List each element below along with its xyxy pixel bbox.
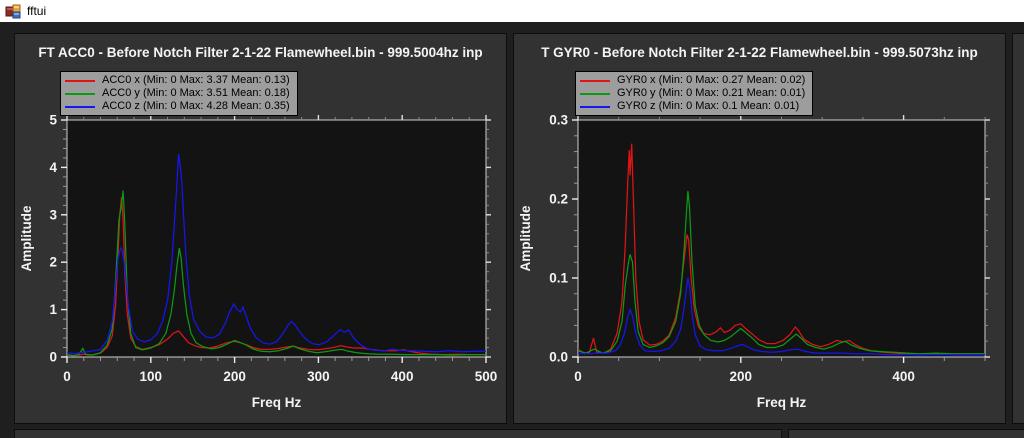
legend-entry: GYR0 x (Min: 0 Max: 0.27 Mean: 0.02) [580, 74, 805, 87]
x-tick-label: 200 [730, 369, 753, 384]
legend-entry: ACC0 z (Min: 0 Max: 4.28 Mean: 0.35) [65, 100, 290, 113]
y-tick-label: 2 [49, 255, 57, 270]
y-tick-label: 5 [49, 113, 57, 128]
x-tick-label: 400 [391, 369, 414, 384]
y-tick-label: 3 [49, 207, 57, 222]
chart-title-acc0: FT ACC0 - Before Notch Filter 2-1-22 Fla… [38, 45, 483, 60]
clipped-panel-bottom-left [14, 429, 782, 438]
legend-line-swatch [65, 105, 95, 108]
legend-line-swatch [65, 79, 95, 82]
y-tick-label: 0.3 [549, 113, 568, 128]
x-tick-label: 100 [140, 369, 163, 384]
y-tick-label: 0.0 [549, 350, 568, 365]
legend-label: GYR0 z (Min: 0 Max: 0.1 Mean: 0.01) [617, 100, 800, 112]
window-titlebar[interactable]: fftui [0, 0, 1024, 22]
chart-title-gyr0: T GYR0 - Before Notch Filter 2-1-22 Flam… [541, 45, 978, 60]
y-axis-label: Amplitude [518, 205, 533, 271]
legend-acc0: ACC0 x (Min: 0 Max: 3.37 Mean: 0.13) ACC0… [60, 71, 298, 116]
x-axis-label: Freq Hz [252, 395, 302, 410]
legend-label: GYR0 x (Min: 0 Max: 0.27 Mean: 0.02) [617, 74, 806, 86]
legend-line-swatch [580, 105, 610, 108]
legend-line-swatch [580, 79, 610, 82]
fft-panel-gyr0: 0 200 400 0.0 0.1 0.2 0.3 Freq Hz Amplitude T GY… [513, 33, 1006, 424]
y-axis-label: Amplitude [19, 205, 34, 271]
x-tick-label: 500 [475, 369, 498, 384]
y-tick-label: 0 [49, 350, 57, 365]
legend-line-swatch [65, 92, 95, 95]
clipped-panel-bottom-right [788, 429, 1024, 438]
x-tick-label: 0 [574, 369, 582, 384]
app-icon [5, 3, 21, 19]
y-tick-label: 0.2 [549, 192, 568, 207]
x-tick-label: 200 [223, 369, 246, 384]
x-axis-label: Freq Hz [757, 395, 807, 410]
app-window: fftui 0 100 200 300 400 500 0 1 2 3 4 5 Freq Hz Ampli… [0, 0, 1024, 438]
window-title: fftui [27, 4, 47, 18]
x-tick-label: 0 [63, 369, 71, 384]
legend-label: ACC0 y (Min: 0 Max: 3.51 Mean: 0.18) [102, 87, 290, 99]
y-tick-label: 1 [49, 302, 57, 317]
legend-entry: ACC0 y (Min: 0 Max: 3.51 Mean: 0.18) [65, 87, 290, 100]
legend-entry: GYR0 z (Min: 0 Max: 0.1 Mean: 0.01) [580, 100, 805, 113]
fft-panel-acc0: 0 100 200 300 400 500 0 1 2 3 4 5 Freq Hz Amplitude F… [14, 33, 507, 424]
window-content: 0 100 200 300 400 500 0 1 2 3 4 5 Freq Hz Amplitude F… [0, 22, 1024, 438]
legend-entry: GYR0 y (Min: 0 Max: 0.21 Mean: 0.01) [580, 87, 805, 100]
legend-label: GYR0 y (Min: 0 Max: 0.21 Mean: 0.01) [617, 87, 806, 99]
legend-line-swatch [580, 92, 610, 95]
legend-entry: ACC0 x (Min: 0 Max: 3.37 Mean: 0.13) [65, 74, 290, 87]
legend-label: ACC0 z (Min: 0 Max: 4.28 Mean: 0.35) [102, 100, 290, 112]
x-tick-label: 400 [892, 369, 915, 384]
y-tick-label: 4 [49, 160, 57, 175]
y-tick-label: 0.1 [549, 271, 568, 286]
legend-gyr0: GYR0 x (Min: 0 Max: 0.27 Mean: 0.02) GYR0… [575, 71, 814, 116]
clipped-panel-right [1012, 33, 1024, 424]
x-tick-label: 300 [307, 369, 330, 384]
legend-label: ACC0 x (Min: 0 Max: 3.37 Mean: 0.13) [102, 74, 290, 86]
